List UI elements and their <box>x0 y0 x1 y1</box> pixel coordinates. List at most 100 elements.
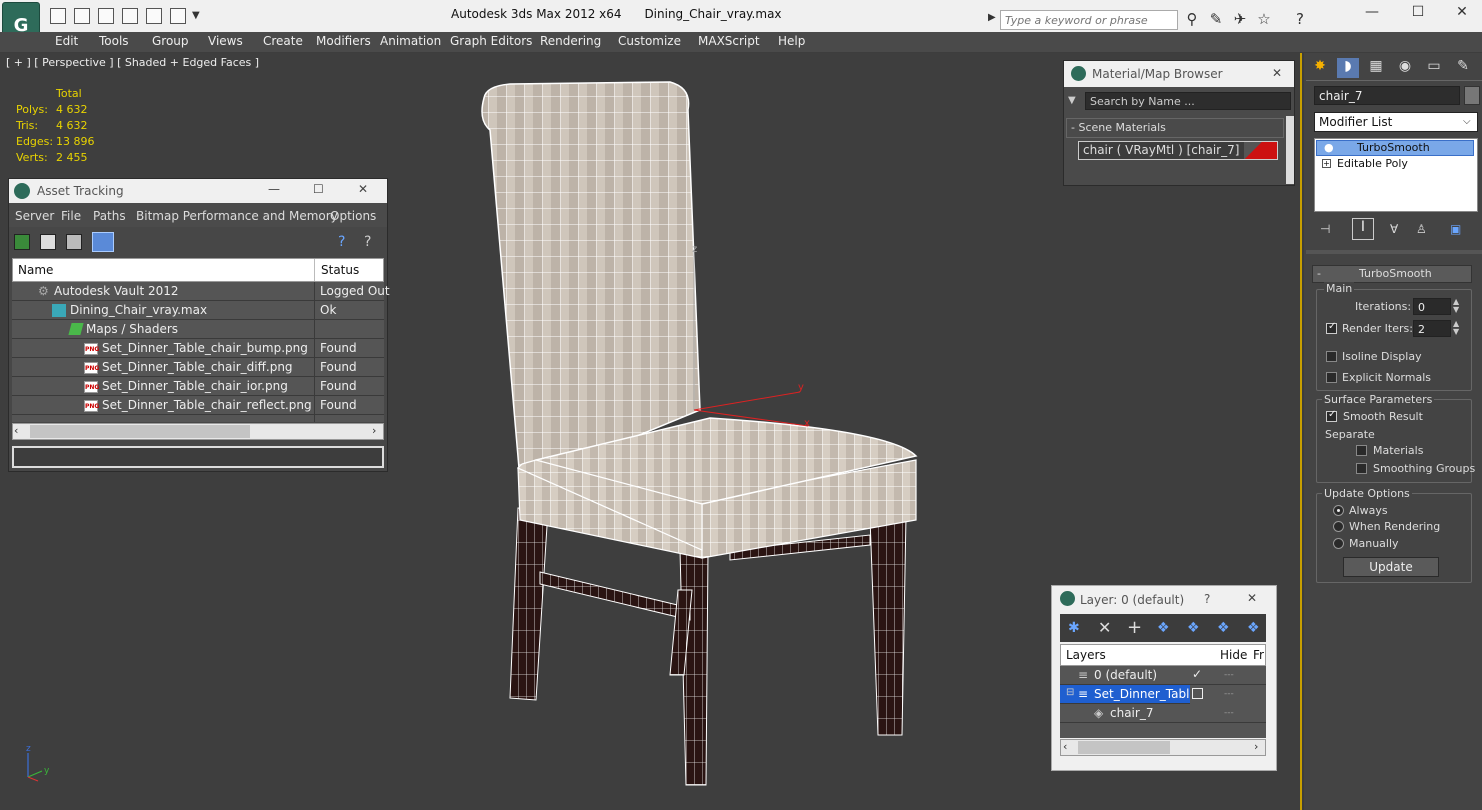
col-hide-header[interactable]: Hide <box>1220 648 1247 662</box>
menu-rendering[interactable]: Rendering <box>540 34 601 48</box>
close-icon[interactable]: ✕ <box>1440 4 1482 26</box>
asset-path-field[interactable] <box>12 446 384 468</box>
new-layer-icon[interactable]: ✱ <box>1068 620 1080 636</box>
delete-layer-icon[interactable]: ✕ <box>1098 618 1111 637</box>
col-status-header[interactable]: Status <box>321 263 359 277</box>
col-freeze-header[interactable]: Fr <box>1253 648 1264 662</box>
maximize-icon[interactable]: ☐ <box>1396 4 1440 26</box>
wrench-icon[interactable]: ✎ <box>1206 10 1226 28</box>
refresh-icon[interactable] <box>14 234 30 250</box>
project-icon[interactable] <box>146 8 162 24</box>
smoothing-groups-checkbox[interactable] <box>1356 463 1367 474</box>
update-button[interactable]: Update <box>1343 557 1439 577</box>
search-options-icon[interactable]: ▼ <box>1068 95 1076 106</box>
table-row[interactable]: PNG Set_Dinner_Table_chair_ior.png Found <box>12 377 384 396</box>
layer-row[interactable]: ≡ 0 (default) ✓ --- <box>1060 666 1266 685</box>
favorites-star-icon[interactable]: ☆ <box>1254 10 1274 28</box>
menu-help[interactable]: Help <box>778 34 805 48</box>
object-color-swatch[interactable] <box>1464 86 1480 105</box>
when-rendering-radio[interactable] <box>1333 521 1344 532</box>
chevron-down-icon[interactable]: ⌵ <box>1463 116 1471 127</box>
render-iters-spinner[interactable]: 2 <box>1413 320 1451 337</box>
minimize-icon[interactable]: — <box>268 182 280 196</box>
freeze-all-icon[interactable]: ❖ <box>1247 620 1260 636</box>
materials-checkbox[interactable] <box>1356 445 1367 456</box>
scroll-thumb[interactable] <box>30 425 250 438</box>
layer-help-icon[interactable]: ? <box>1204 592 1210 606</box>
hide-all-icon[interactable]: ❖ <box>1217 620 1230 636</box>
select-objects-icon[interactable]: ❖ <box>1157 620 1170 636</box>
col-layers-header[interactable]: Layers <box>1066 648 1106 662</box>
explicit-normals-checkbox[interactable] <box>1326 372 1337 383</box>
pin-stack-icon[interactable]: ⊣ <box>1320 222 1330 236</box>
binoculars-icon[interactable]: ⚲ <box>1182 10 1202 28</box>
utilities-tab-icon[interactable]: ✎ <box>1452 58 1474 78</box>
configure-sets-icon[interactable]: ▣ <box>1450 222 1461 236</box>
search-input[interactable] <box>1000 10 1178 30</box>
maximize-icon[interactable]: ☐ <box>313 182 324 196</box>
object-name-field[interactable]: chair_7 <box>1314 86 1460 105</box>
layer-row-selected[interactable]: ⊟ ≡ Set_Dinner_Table --- <box>1060 685 1266 704</box>
scroll-thumb[interactable] <box>1078 741 1170 754</box>
asset-menu-paths[interactable]: Paths <box>93 209 126 223</box>
help-icon[interactable]: ? <box>1290 10 1310 28</box>
chair-model-wireframe[interactable] <box>470 80 930 795</box>
iterations-spinner[interactable]: 0 <box>1413 298 1451 315</box>
rollout-collapse-icon[interactable]: - <box>1317 267 1321 280</box>
hierarchy-tab-icon[interactable]: ▦ <box>1365 58 1387 78</box>
layer-row[interactable]: ◈ chair_7 --- <box>1060 704 1266 723</box>
menu-group[interactable]: Group <box>152 34 189 48</box>
search-expand-icon[interactable]: ▶ <box>988 12 996 23</box>
menu-tools[interactable]: Tools <box>99 34 129 48</box>
close-icon[interactable]: ✕ <box>1247 591 1257 605</box>
hide-toggle[interactable]: --- <box>1224 689 1234 699</box>
list-view-icon[interactable] <box>40 234 56 250</box>
material-scrollbar[interactable] <box>1286 116 1294 184</box>
asset-menu-options[interactable]: Options <box>330 209 376 223</box>
table-row[interactable]: PNG Set_Dinner_Table_chair_reflect.png F… <box>12 396 384 415</box>
current-layer-check-icon[interactable]: ✓ <box>1192 667 1202 681</box>
table-row[interactable]: PNG Set_Dinner_Table_chair_bump.png Foun… <box>12 339 384 358</box>
save-icon[interactable] <box>74 8 90 24</box>
spinner-arrows-icon[interactable]: ▲ ▼ <box>1453 298 1459 314</box>
table-row[interactable]: Maps / Shaders <box>12 320 384 339</box>
viewport-label[interactable]: [ + ] [ Perspective ] [ Shaded + Edged F… <box>6 56 259 69</box>
always-radio[interactable] <box>1333 505 1344 516</box>
open-icon[interactable] <box>50 8 66 24</box>
chevron-down-icon[interactable]: ▼ <box>192 10 200 21</box>
show-end-result-icon[interactable]: I <box>1352 218 1374 240</box>
expand-icon[interactable]: + <box>1322 159 1331 168</box>
display-tab-icon[interactable]: ▭ <box>1423 58 1445 78</box>
table-view-icon[interactable] <box>92 232 114 252</box>
redo-icon[interactable] <box>122 8 138 24</box>
minimize-icon[interactable]: — <box>1350 4 1394 26</box>
modify-tab-icon[interactable]: ◗ <box>1337 58 1359 78</box>
thumbnail-view-icon[interactable] <box>66 234 82 250</box>
isoline-display-checkbox[interactable] <box>1326 351 1337 362</box>
render-iters-checkbox[interactable]: ✓ <box>1326 321 1337 334</box>
asset-menu-file[interactable]: File <box>61 209 81 223</box>
menu-maxscript[interactable]: MAXScript <box>698 34 760 48</box>
table-row[interactable]: Dining_Chair_vray.max Ok <box>12 301 384 320</box>
modifier-list-dropdown[interactable]: Modifier List <box>1314 112 1478 132</box>
menu-views[interactable]: Views <box>208 34 243 48</box>
subscription-icon[interactable]: ✈ <box>1230 10 1250 28</box>
scroll-right-icon[interactable]: › <box>1254 740 1258 753</box>
scroll-left-icon[interactable]: ‹ <box>14 424 18 437</box>
menu-create[interactable]: Create <box>263 34 303 48</box>
menu-edit[interactable]: Edit <box>55 34 78 48</box>
highlight-layer-icon[interactable]: ❖ <box>1187 620 1200 636</box>
settings-help-icon[interactable]: ? <box>364 234 380 250</box>
help-query-icon[interactable]: ? <box>338 234 354 250</box>
collapse-icon[interactable]: ⊟ <box>1066 687 1074 698</box>
make-unique-icon[interactable]: ∀ <box>1390 222 1398 236</box>
add-to-layer-icon[interactable]: + <box>1127 617 1142 638</box>
hide-toggle[interactable]: --- <box>1224 708 1234 718</box>
menu-modifiers[interactable]: Modifiers <box>316 34 371 48</box>
current-layer-box[interactable] <box>1192 688 1203 699</box>
scroll-right-icon[interactable]: › <box>372 424 376 437</box>
smooth-result-checkbox[interactable]: ✓ <box>1326 409 1337 422</box>
remove-modifier-icon[interactable]: ♙ <box>1416 222 1427 236</box>
table-row[interactable]: ⚙ Autodesk Vault 2012 Logged Out <box>12 282 390 301</box>
material-search-input[interactable]: Search by Name ... <box>1085 92 1291 110</box>
